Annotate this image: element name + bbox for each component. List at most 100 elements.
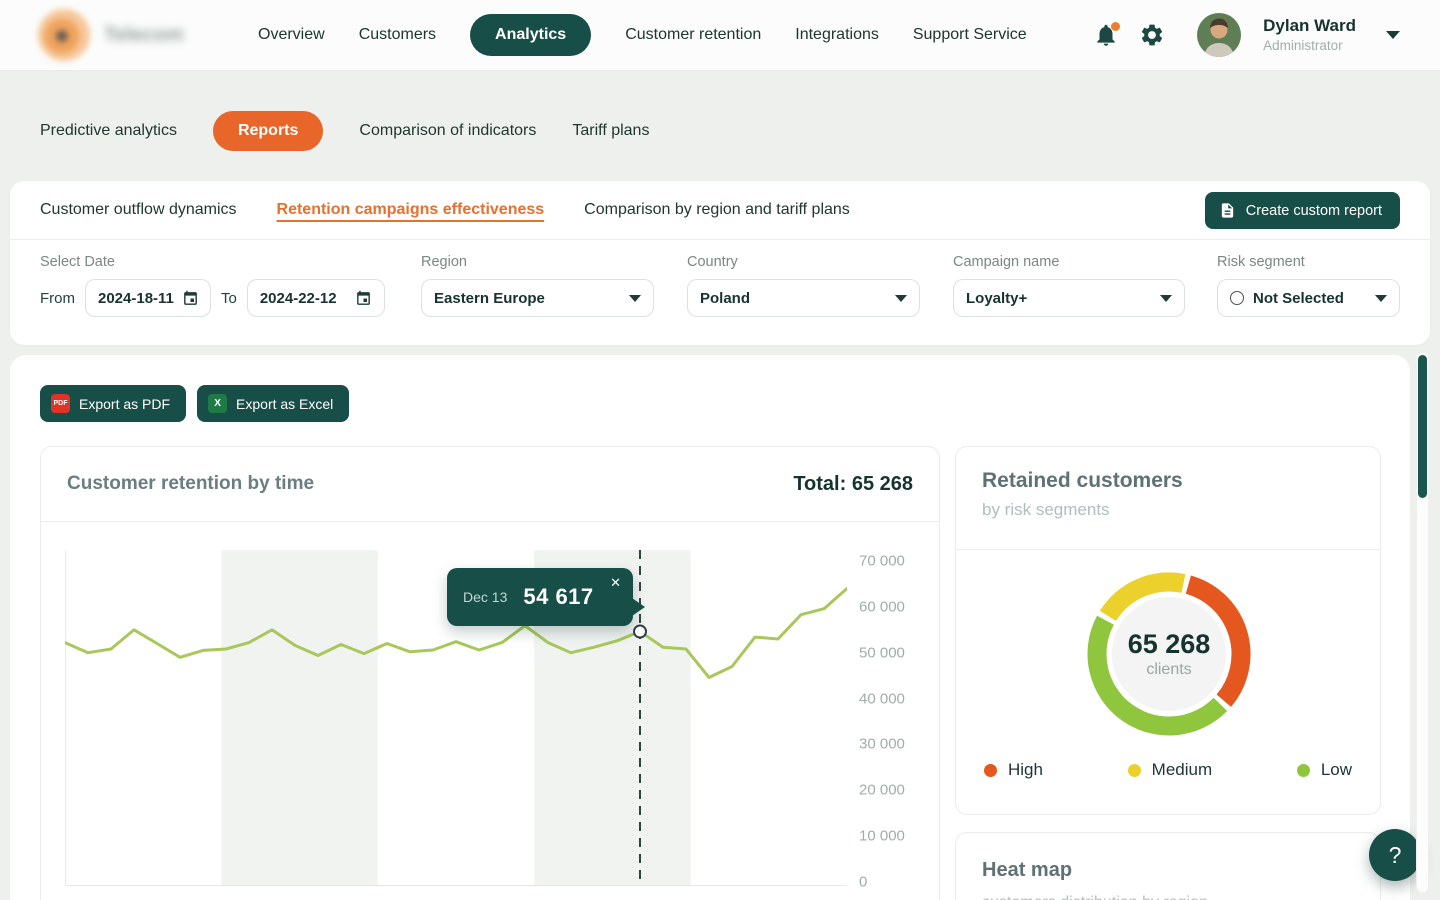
chart-total: Total: 65 268 bbox=[793, 473, 913, 496]
nav-item-overview[interactable]: Overview bbox=[258, 26, 325, 44]
filter-date-label: Select Date bbox=[40, 254, 385, 270]
y-tick-label: 10 000 bbox=[859, 828, 905, 845]
tab-customer-outflow-dynamics[interactable]: Customer outflow dynamics bbox=[40, 201, 237, 219]
export-excel-button[interactable]: X Export as Excel bbox=[197, 385, 349, 422]
legend-label-low: Low bbox=[1321, 760, 1352, 780]
legend-label-medium: Medium bbox=[1152, 760, 1212, 780]
user-name: Dylan Ward bbox=[1263, 16, 1356, 36]
tooltip-date: Dec 13 bbox=[463, 589, 507, 605]
date-to-label: To bbox=[221, 290, 237, 307]
calendar-icon bbox=[355, 290, 372, 307]
retention-by-time-card: Customer retention by time Total: 65 268… bbox=[40, 446, 940, 900]
brand-logo-icon bbox=[38, 9, 90, 61]
region-select[interactable]: Eastern Europe bbox=[421, 279, 654, 317]
country-value: Poland bbox=[700, 290, 750, 307]
excel-file-icon: X bbox=[208, 394, 227, 413]
retention-line-chart[interactable]: 70 00060 00050 00040 00030 00020 00010 0… bbox=[41, 522, 939, 900]
user-menu[interactable]: Dylan Ward Administrator bbox=[1263, 16, 1356, 53]
tab-retention-campaigns-effectiveness[interactable]: Retention campaigns effectiveness bbox=[277, 201, 545, 219]
chevron-down-icon bbox=[895, 295, 907, 302]
risk-donut-chart[interactable] bbox=[1080, 565, 1258, 743]
legend-item-medium: Medium bbox=[1128, 760, 1212, 780]
legend-item-low: Low bbox=[1297, 760, 1352, 780]
chevron-down-icon bbox=[1160, 295, 1172, 302]
legend-dot-low bbox=[1297, 764, 1310, 777]
risk-segment-select[interactable]: Not Selected bbox=[1217, 279, 1400, 317]
subtab-predictive-analytics[interactable]: Predictive analytics bbox=[40, 122, 177, 140]
nav-item-support-service[interactable]: Support Service bbox=[913, 26, 1027, 44]
brand-logo: Telecom bbox=[38, 9, 250, 61]
heat-map-subtitle: customers distribution by region bbox=[982, 894, 1354, 900]
filter-region: Region Eastern Europe bbox=[421, 254, 654, 317]
subtab-comparison-of-indicators[interactable]: Comparison of indicators bbox=[359, 122, 536, 140]
user-role: Administrator bbox=[1263, 38, 1356, 54]
tab-comparison-by-region[interactable]: Comparison by region and tariff plans bbox=[584, 201, 850, 219]
settings-gear-icon[interactable] bbox=[1139, 22, 1165, 48]
brand-name: Telecom bbox=[104, 24, 184, 47]
report-content-panel: PDF Export as PDF X Export as Excel Cust… bbox=[10, 355, 1410, 900]
y-tick-label: 60 000 bbox=[859, 598, 905, 615]
heat-map-title: Heat map bbox=[982, 859, 1354, 882]
filter-country: Country Poland bbox=[687, 254, 920, 317]
risk-value: Not Selected bbox=[1253, 290, 1344, 307]
app-header: Telecom Overview Customers Analytics Cus… bbox=[0, 0, 1440, 71]
export-pdf-button[interactable]: PDF Export as PDF bbox=[40, 385, 186, 422]
scrollbar-track[interactable] bbox=[1416, 352, 1429, 893]
user-menu-chevron-down-icon[interactable] bbox=[1386, 31, 1400, 39]
legend-item-high: High bbox=[984, 760, 1043, 780]
document-icon bbox=[1219, 202, 1236, 219]
filter-risk-segment: Risk segment Not Selected bbox=[1217, 254, 1400, 317]
report-panel: Customer outflow dynamics Retention camp… bbox=[10, 181, 1430, 345]
retained-customers-card: Retained customers by risk segments 65 2… bbox=[955, 446, 1381, 815]
filter-date: Select Date From 2024-18-11 To 2024-22-1… bbox=[40, 254, 385, 317]
filter-campaign-label: Campaign name bbox=[953, 254, 1185, 270]
tooltip-close-icon[interactable]: ✕ bbox=[610, 576, 621, 589]
calendar-icon bbox=[182, 290, 199, 307]
y-tick-label: 40 000 bbox=[859, 690, 905, 707]
heat-map-card: Heat map customers distribution by regio… bbox=[955, 832, 1381, 900]
legend-dot-high bbox=[984, 764, 997, 777]
date-from-label: From bbox=[40, 290, 75, 307]
y-tick-label: 70 000 bbox=[859, 553, 905, 570]
create-custom-report-button[interactable]: Create custom report bbox=[1205, 192, 1400, 229]
nav-item-integrations[interactable]: Integrations bbox=[795, 26, 879, 44]
pdf-file-icon: PDF bbox=[51, 394, 70, 413]
filter-campaign: Campaign name Loyalty+ bbox=[953, 254, 1185, 317]
filter-country-label: Country bbox=[687, 254, 920, 270]
date-to-input[interactable]: 2024-22-12 bbox=[247, 279, 385, 317]
risk-legend: High Medium Low bbox=[956, 760, 1380, 780]
donut-title: Retained customers bbox=[982, 469, 1354, 493]
campaign-select[interactable]: Loyalty+ bbox=[953, 279, 1185, 317]
chevron-down-icon bbox=[1375, 295, 1387, 302]
legend-dot-medium bbox=[1128, 764, 1141, 777]
campaign-value: Loyalty+ bbox=[966, 290, 1027, 307]
report-tabs: Customer outflow dynamics Retention camp… bbox=[10, 181, 1430, 240]
user-avatar[interactable] bbox=[1197, 13, 1241, 57]
chart-tooltip: Dec 13 54 617 ✕ bbox=[447, 568, 633, 626]
nav-item-analytics[interactable]: Analytics bbox=[470, 14, 591, 56]
help-button[interactable]: ? bbox=[1369, 829, 1421, 881]
chart-title: Customer retention by time bbox=[67, 473, 314, 495]
scrollbar-thumb[interactable] bbox=[1418, 355, 1427, 498]
create-custom-report-label: Create custom report bbox=[1246, 203, 1382, 219]
date-to-value: 2024-22-12 bbox=[260, 290, 337, 307]
y-tick-label: 30 000 bbox=[859, 736, 905, 753]
chevron-down-icon bbox=[629, 295, 641, 302]
date-from-input[interactable]: 2024-18-11 bbox=[85, 279, 211, 317]
subtab-reports[interactable]: Reports bbox=[213, 111, 323, 151]
export-buttons: PDF Export as PDF X Export as Excel bbox=[40, 385, 349, 422]
tooltip-value: 54 617 bbox=[523, 584, 593, 610]
main-nav: Overview Customers Analytics Customer re… bbox=[258, 14, 1027, 56]
legend-label-high: High bbox=[1008, 760, 1043, 780]
header-actions: Dylan Ward Administrator bbox=[1093, 13, 1400, 57]
nav-item-customer-retention[interactable]: Customer retention bbox=[625, 26, 761, 44]
date-from-value: 2024-18-11 bbox=[98, 290, 174, 307]
country-select[interactable]: Poland bbox=[687, 279, 920, 317]
region-value: Eastern Europe bbox=[434, 290, 545, 307]
donut-subtitle: by risk segments bbox=[982, 500, 1354, 520]
subtab-tariff-plans[interactable]: Tariff plans bbox=[572, 122, 649, 140]
filter-region-label: Region bbox=[421, 254, 654, 270]
nav-item-customers[interactable]: Customers bbox=[359, 26, 436, 44]
y-tick-label: 50 000 bbox=[859, 644, 905, 661]
notifications-bell-icon[interactable] bbox=[1093, 22, 1119, 48]
